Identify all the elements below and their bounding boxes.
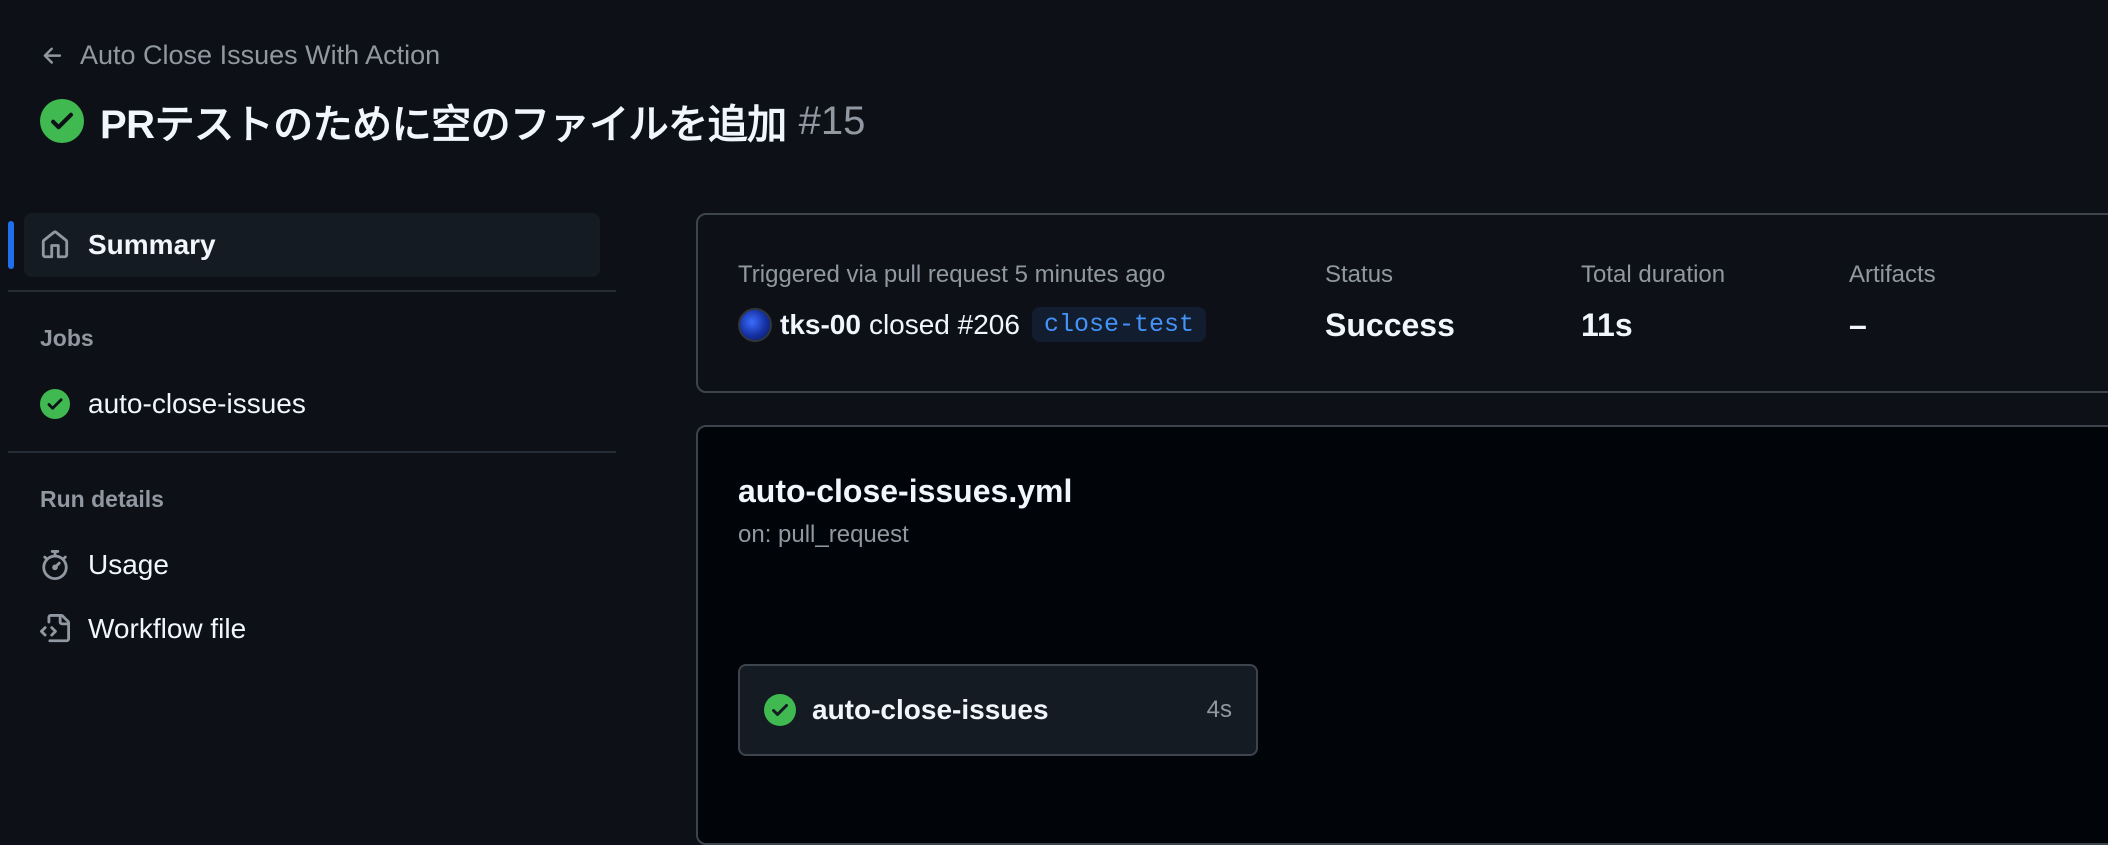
branch-badge[interactable]: close-test: [1031, 307, 1206, 342]
check-circle-fill-icon: [764, 694, 796, 726]
back-link[interactable]: Auto Close Issues With Action: [40, 40, 440, 71]
status-value: Success: [1325, 307, 1455, 343]
job-duration: 4s: [1206, 696, 1232, 723]
artifacts-label: Artifacts: [1849, 261, 1936, 288]
sidebar-divider: [8, 451, 616, 453]
sidebar-item-job[interactable]: auto-close-issues: [40, 379, 306, 429]
back-link-label: Auto Close Issues With Action: [80, 40, 441, 70]
run-title: PRテストのために空のファイルを追加: [100, 103, 787, 147]
workflow-trigger: on: pull_request: [738, 521, 909, 548]
trigger-details: tks-00 closed #206 close-test: [738, 307, 1206, 342]
job-node[interactable]: auto-close-issues 4s: [738, 664, 1258, 756]
check-circle-fill-icon: [40, 389, 70, 419]
sidebar-item-usage[interactable]: Usage: [40, 540, 169, 590]
workflow-file-name: auto-close-issues.yml: [738, 473, 1073, 509]
trigger-action[interactable]: closed #206: [869, 309, 1020, 341]
sidebar-item-workflow-file[interactable]: Workflow file: [40, 604, 246, 654]
sidebar-item-label: auto-close-issues: [88, 388, 306, 419]
page-title: PRテストのために空のファイルを追加 #15: [40, 92, 865, 150]
run-number: #15: [798, 98, 866, 143]
home-icon: [40, 230, 70, 260]
sidebar-item-label: Workflow file: [88, 613, 247, 644]
sidebar-item-label: Summary: [88, 229, 216, 260]
jobs-heading: Jobs: [40, 325, 94, 351]
sidebar-divider: [8, 290, 616, 292]
arrow-left-icon: [40, 43, 66, 69]
trigger-label: Triggered via pull request 5 minutes ago: [738, 261, 1166, 288]
file-code-icon: [40, 614, 70, 644]
status-label: Status: [1325, 261, 1394, 288]
duration-label: Total duration: [1581, 261, 1726, 288]
run-details-heading: Run details: [40, 486, 164, 512]
actor-link[interactable]: tks-00: [780, 309, 861, 341]
sidebar-item-summary[interactable]: Summary: [24, 213, 600, 277]
workflow-graph-card: auto-close-issues.yml on: pull_request a…: [696, 425, 2108, 845]
artifacts-value: –: [1849, 307, 1867, 343]
duration-value: 11s: [1581, 307, 1633, 343]
job-name: auto-close-issues: [812, 694, 1049, 725]
avatar[interactable]: [738, 307, 772, 342]
stopwatch-icon: [40, 550, 70, 580]
check-circle-fill-icon: [40, 99, 84, 143]
sidebar-item-label: Usage: [88, 549, 169, 580]
run-summary-card: Triggered via pull request 5 minutes ago…: [696, 213, 2108, 393]
active-indicator: [8, 221, 14, 269]
